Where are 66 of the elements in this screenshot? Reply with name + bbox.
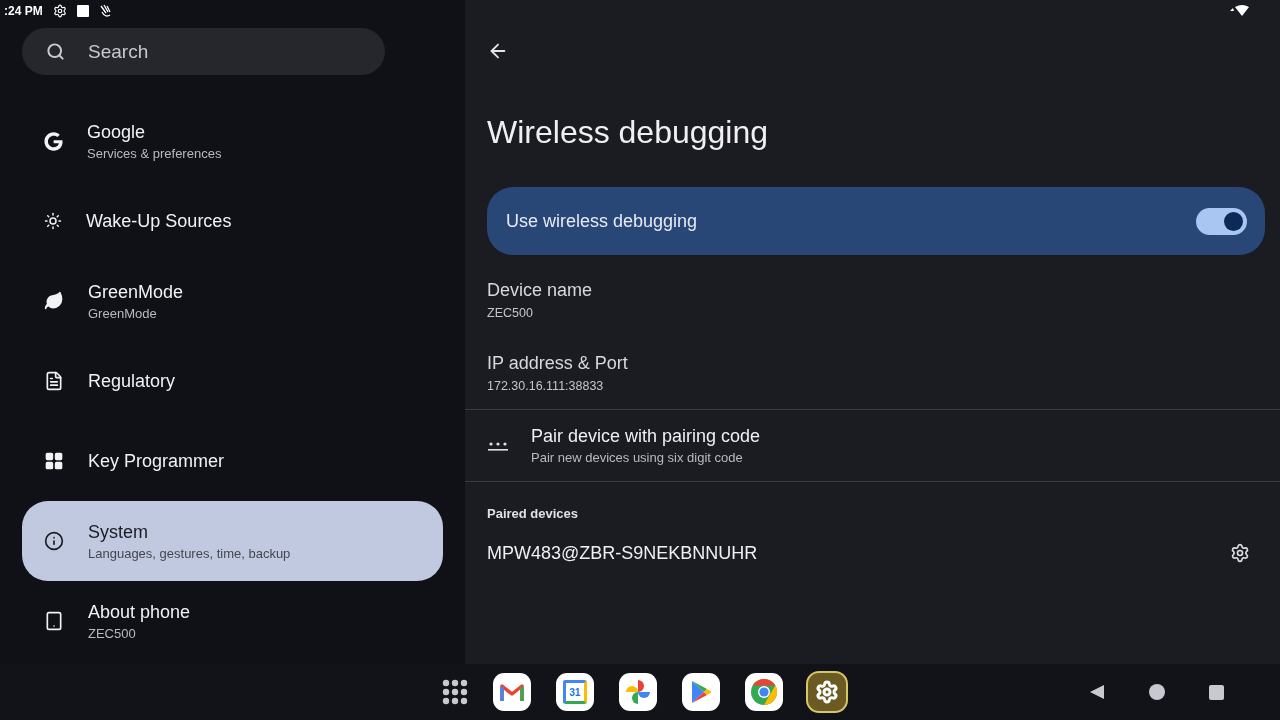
sun-icon <box>44 212 62 230</box>
item-subtitle: Services & preferences <box>87 145 222 161</box>
info-row[interactable]: IP address & Port 172.30.16.111:38833 <box>465 336 1280 409</box>
hand-icon <box>98 4 113 18</box>
settings-icon <box>52 4 67 18</box>
info-title: IP address & Port <box>487 352 629 374</box>
tablet-icon <box>44 611 64 631</box>
home-nav-button[interactable] <box>1149 684 1165 700</box>
settings-menu-item[interactable]: Regulatory <box>22 341 443 421</box>
settings-menu-item[interactable]: Wake-Up Sources <box>22 181 443 261</box>
calendar-icon: 31 <box>563 680 587 704</box>
toggle-label: Use wireless debugging <box>506 210 698 232</box>
settings-icon[interactable] <box>1230 543 1250 563</box>
info-row[interactable]: Device name ZEC500 <box>465 263 1280 336</box>
app-tile[interactable] <box>745 673 783 711</box>
settings-menu-item[interactable]: About phone ZEC500 <box>22 581 443 661</box>
pair-title: Pair device with pairing code <box>531 426 761 447</box>
item-title: About phone <box>88 601 191 623</box>
chrome-circle-icon <box>750 678 778 706</box>
item-title: Key Programmer <box>88 450 225 472</box>
recents-nav-button[interactable] <box>1209 684 1224 700</box>
envelope-m-icon <box>500 683 524 701</box>
info-icon <box>44 531 64 551</box>
play-triangle-icon <box>690 680 712 704</box>
wifi-icon <box>1230 5 1250 17</box>
item-title: Google <box>87 121 147 143</box>
settings-menu-item[interactable]: System Languages, gestures, time, backup <box>22 501 443 581</box>
app-tile[interactable]: 31 <box>556 673 594 711</box>
item-title: GreenMode <box>88 281 184 303</box>
app-tile[interactable] <box>808 673 846 711</box>
app-tile[interactable] <box>682 673 720 711</box>
page-title: Wireless debugging <box>487 114 770 151</box>
settings-menu-item[interactable]: Key Programmer <box>22 421 443 501</box>
info-value: 172.30.16.111:38833 <box>487 378 605 393</box>
info-title: Device name <box>487 279 594 301</box>
pair-subtitle: Pair new devices using six digit code <box>531 450 744 465</box>
back-nav-button[interactable] <box>1089 684 1105 700</box>
item-title: System <box>88 521 149 543</box>
pair-row[interactable]: Pair device with pairing code Pair new devices using six digit code <box>465 410 1280 481</box>
app-tile[interactable] <box>493 673 531 711</box>
item-subtitle: ZEC500 <box>88 625 137 641</box>
app-tile[interactable] <box>619 673 657 711</box>
info-value: ZEC500 <box>487 305 534 320</box>
pinwheel-icon <box>625 679 651 705</box>
document-icon <box>44 371 64 391</box>
grid-icon <box>44 451 64 471</box>
item-subtitle: GreenMode <box>88 305 158 321</box>
leaf-icon <box>44 291 64 311</box>
device-name: MPW483@ZBR-S9NEKBNNUHR <box>487 542 758 564</box>
toggle-card[interactable]: Use wireless debugging <box>487 187 1265 255</box>
search-icon <box>46 42 65 61</box>
settings-icon <box>815 680 839 704</box>
paired-device-row[interactable]: MPW483@ZBR-S9NEKBNNUHR <box>465 523 1280 583</box>
search-field[interactable]: Search <box>22 28 385 75</box>
status-time: :24 PM <box>4 4 43 18</box>
item-title: Wake-Up Sources <box>86 210 232 232</box>
section-header: Paired devices <box>487 506 580 521</box>
app-grid-icon[interactable] <box>442 679 468 705</box>
item-subtitle: Languages, gestures, time, backup <box>88 545 291 561</box>
square-icon <box>76 5 89 17</box>
settings-menu-item[interactable]: Google Services & preferences <box>22 101 443 181</box>
google-icon <box>44 131 63 151</box>
item-title: Regulatory <box>88 370 176 392</box>
toggle-switch[interactable] <box>1196 207 1247 235</box>
dots-underline-icon <box>487 440 509 451</box>
settings-menu-item[interactable]: GreenMode GreenMode <box>22 261 443 341</box>
